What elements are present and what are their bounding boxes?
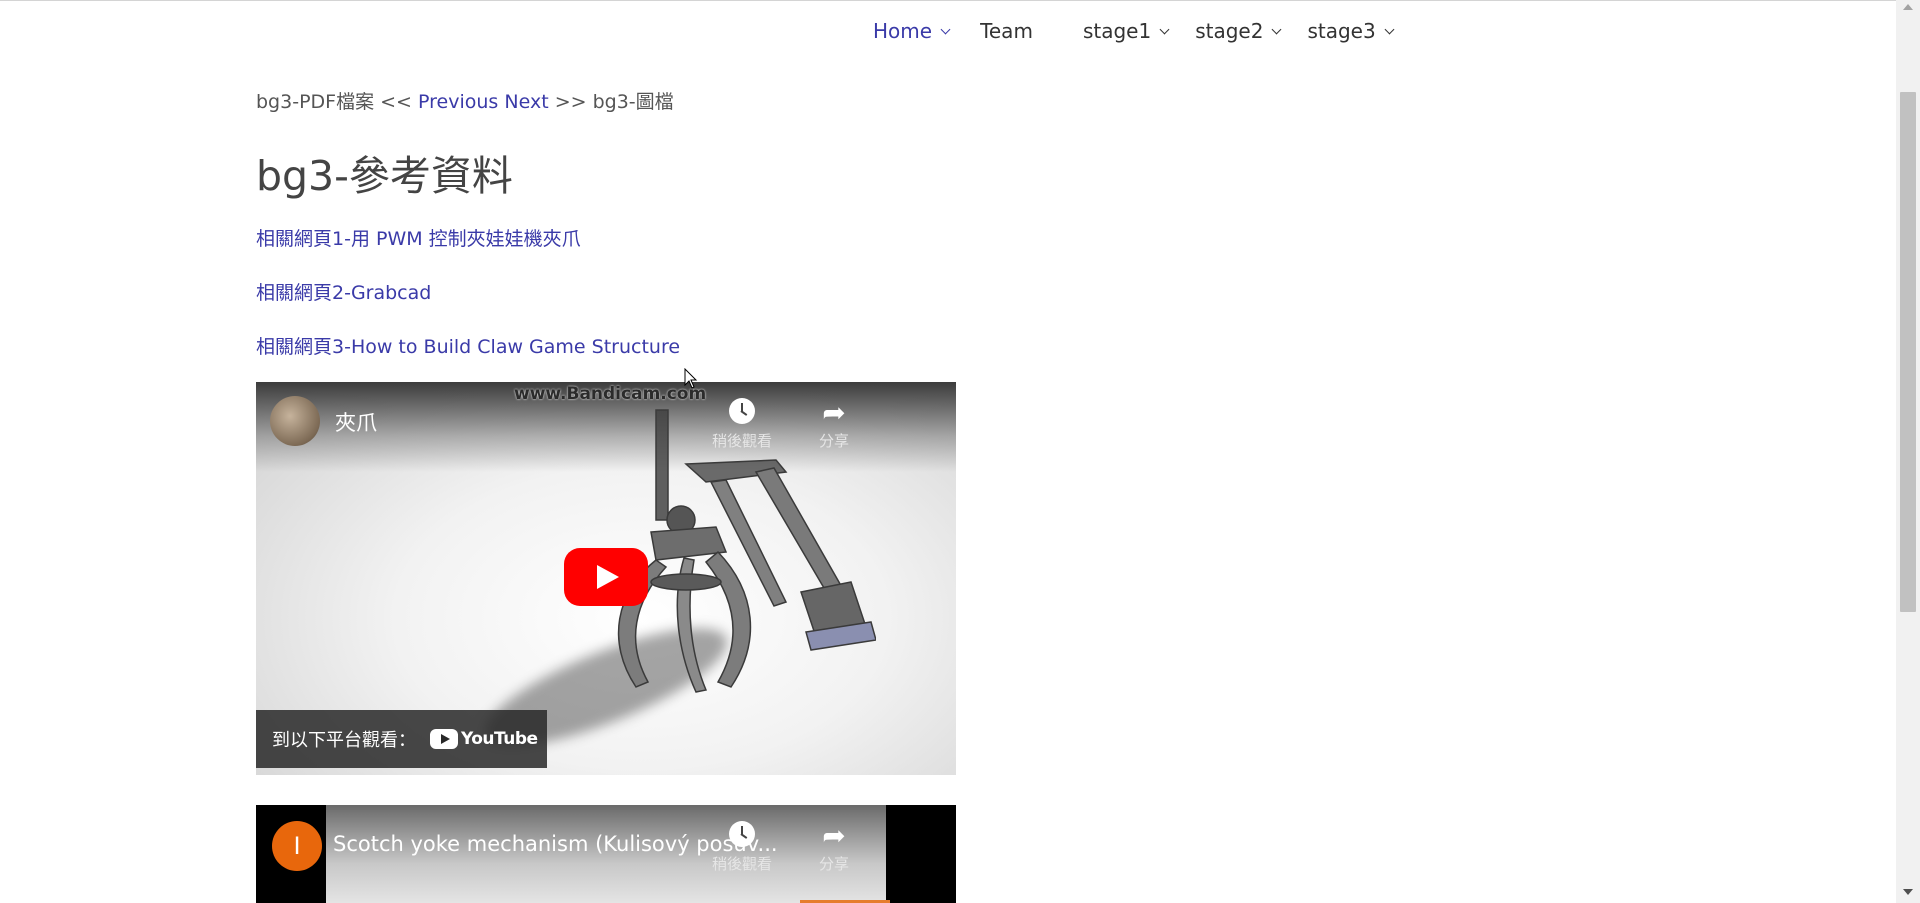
youtube-embed-2[interactable]: I Scotch yoke mechanism (Kulisový posuv.… — [256, 805, 956, 903]
scroll-up-arrow-icon[interactable] — [1903, 4, 1913, 10]
channel-avatar[interactable]: I — [272, 821, 322, 871]
chevron-down-icon — [1271, 24, 1282, 34]
share-label: 分享 — [818, 855, 849, 873]
next-separator: >> — [554, 91, 587, 113]
nav-item-stage1-label: stage1 — [1082, 19, 1152, 43]
share-button[interactable]: ➦ 分享 — [799, 821, 869, 874]
youtube-play-icon — [430, 729, 458, 749]
clock-icon — [729, 398, 755, 424]
youtube-wordmark: YouTube — [461, 729, 538, 749]
reference-link-3[interactable]: 相關網頁3-How to Build Claw Game Structure — [256, 332, 680, 359]
watch-on-label: 到以下平台觀看： — [272, 730, 416, 751]
chevron-down-icon — [940, 24, 951, 34]
video-title[interactable]: 夾爪 — [335, 407, 377, 437]
prev-separator: << — [380, 91, 412, 113]
nav-item-stage2-label: stage2 — [1195, 19, 1264, 43]
channel-avatar[interactable] — [270, 396, 320, 446]
next-link[interactable]: Next — [504, 91, 548, 113]
nav-item-home-label: Home — [873, 19, 933, 43]
share-icon: ➦ — [822, 396, 846, 429]
nav-item-team-label: Team — [980, 19, 1033, 43]
top-border — [0, 0, 1920, 1]
watch-later-label: 稍後觀看 — [711, 432, 772, 450]
next-page-title: bg3-圖檔 — [592, 91, 674, 113]
watch-on-youtube-button[interactable]: 到以下平台觀看： YouTube — [256, 710, 547, 768]
page-title: bg3-參考資料 — [256, 152, 513, 200]
share-icon: ➦ — [822, 819, 846, 852]
scroll-down-arrow-icon[interactable] — [1903, 889, 1913, 895]
nav-item-home[interactable]: Home — [873, 19, 951, 43]
mouse-cursor-icon — [684, 368, 698, 389]
main-nav: Home Team stage1 stage2 stage3 — [873, 14, 1395, 48]
nav-item-team[interactable]: Team — [980, 19, 1033, 43]
scrollbar-thumb[interactable] — [1900, 92, 1916, 612]
nav-item-stage2[interactable]: stage2 — [1195, 19, 1282, 43]
clock-icon — [729, 821, 755, 847]
bandicam-watermark: www.Bandicam.com — [514, 384, 707, 404]
youtube-embed-1[interactable]: www.Bandicam.com 夾爪 稍後觀看 ➦ 分享 到以下平台觀看： Y… — [256, 382, 956, 775]
share-label: 分享 — [818, 432, 849, 450]
nav-item-stage3-label: stage3 — [1307, 19, 1376, 43]
nav-item-stage1[interactable]: stage1 — [1082, 19, 1170, 43]
share-button[interactable]: ➦ 分享 — [799, 398, 869, 451]
previous-link[interactable]: Previous — [418, 91, 498, 113]
watch-later-button[interactable]: 稍後觀看 — [707, 398, 777, 451]
play-button[interactable] — [564, 548, 648, 606]
nav-item-stage3[interactable]: stage3 — [1307, 19, 1395, 43]
reference-link-1[interactable]: 相關網頁1-用 PWM 控制夾娃娃機夾爪 — [256, 224, 581, 251]
page: Home Team stage1 stage2 stage3 bg3-PDF檔案… — [0, 0, 1920, 903]
chevron-down-icon — [1159, 24, 1170, 34]
reference-link-2[interactable]: 相關網頁2-Grabcad — [256, 278, 431, 305]
watch-later-label: 稍後觀看 — [711, 855, 772, 873]
post-navigation: bg3-PDF檔案 << Previous Next >> bg3-圖檔 — [256, 87, 674, 114]
youtube-logo: YouTube — [430, 729, 538, 749]
watch-later-button[interactable]: 稍後觀看 — [707, 821, 777, 874]
chevron-down-icon — [1384, 24, 1395, 34]
prev-page-title: bg3-PDF檔案 — [256, 91, 375, 113]
